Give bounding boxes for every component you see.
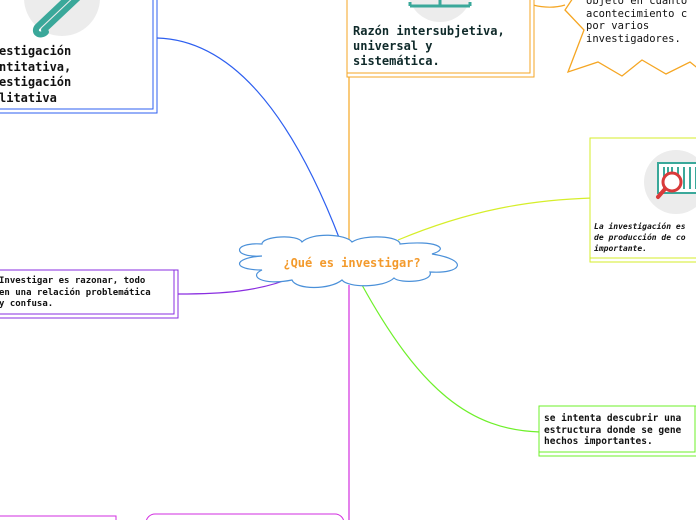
central-topic-label[interactable]: ¿Qué es investigar? xyxy=(262,256,442,270)
node-top-middle-text[interactable]: Razón intersubjetiva, universal y sistem… xyxy=(353,24,531,69)
connector-top-left xyxy=(156,37,341,241)
connector-right-upper xyxy=(397,197,593,241)
node-bottom-left-partial xyxy=(0,515,117,520)
node-top-left-text[interactable]: estigación ntitativa, estigación litativ… xyxy=(0,44,149,106)
node-bottom-middle-partial xyxy=(145,513,345,520)
node-right-lower-text[interactable]: se intenta descubrir una estructura dond… xyxy=(544,413,696,448)
node-left-middle-text[interactable]: Investigar es razonar, todo en una relac… xyxy=(0,276,177,311)
node-right-upper-text[interactable]: La investigación es de producción de co … xyxy=(594,221,696,254)
connector-right-lower xyxy=(361,284,541,433)
barcode-search-icon xyxy=(656,162,696,199)
callout-text[interactable]: objeto en cuanto acontecimiento c por va… xyxy=(586,0,696,45)
connector-callout xyxy=(532,4,566,8)
